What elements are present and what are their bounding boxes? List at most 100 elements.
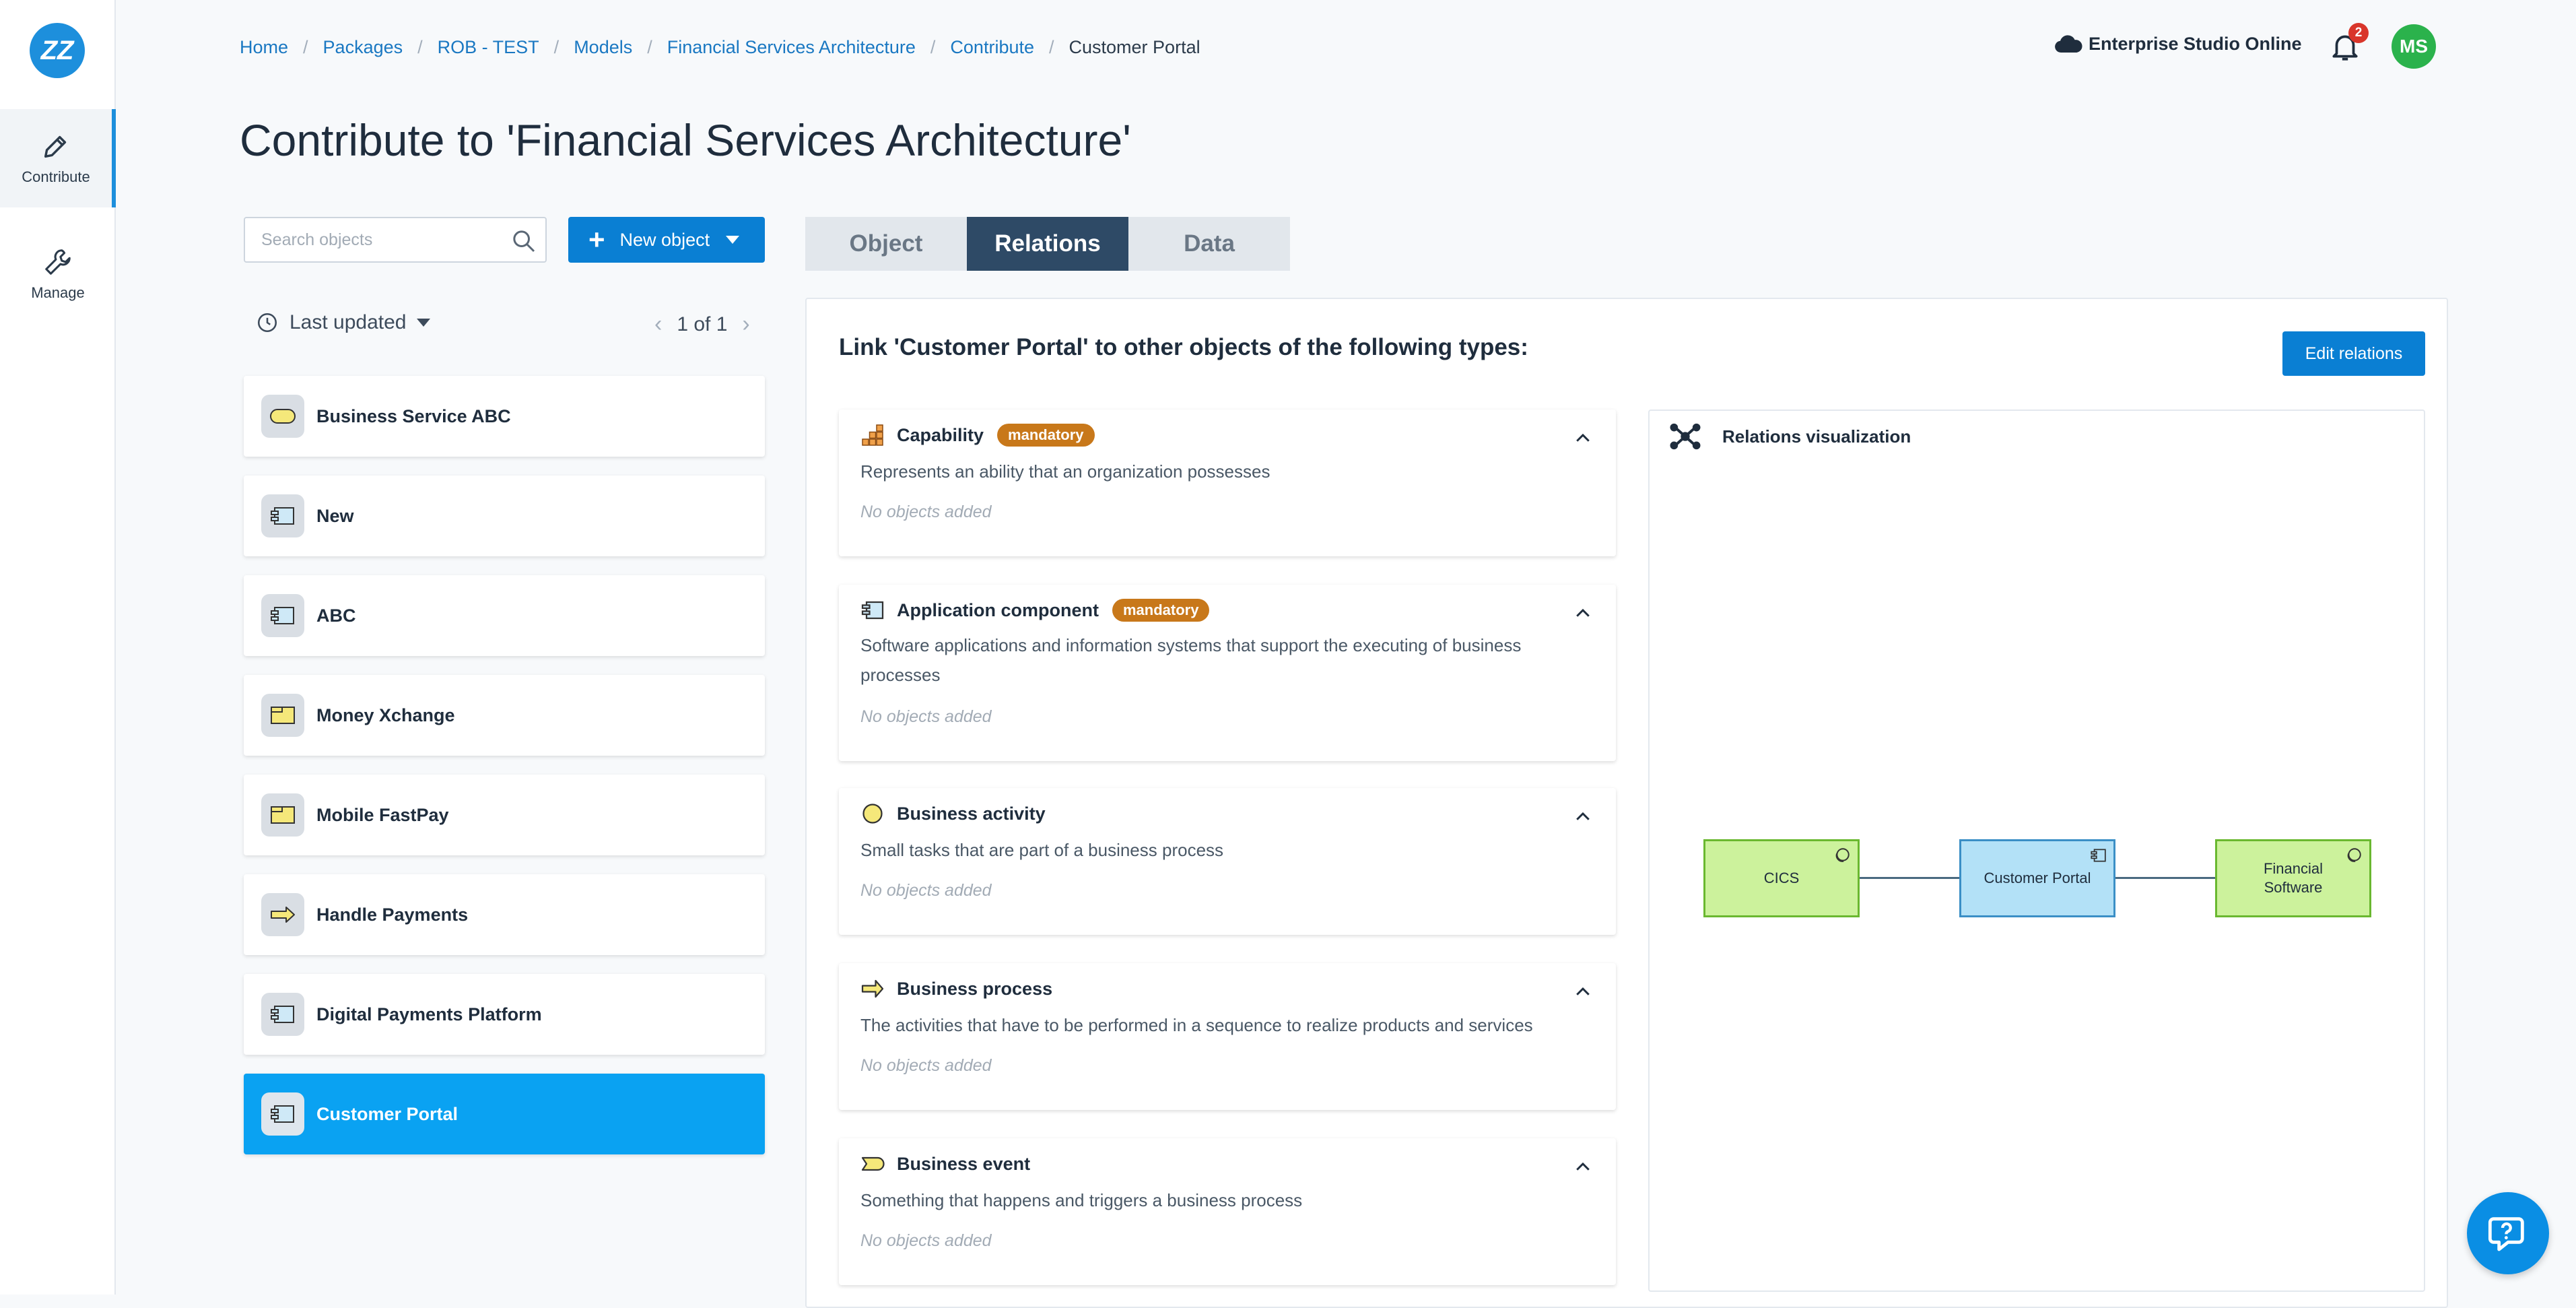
cloud-icon	[2055, 35, 2082, 53]
search-input[interactable]	[245, 218, 487, 261]
object-list-item-selected[interactable]: Customer Portal	[244, 1074, 765, 1154]
application-component-icon	[2091, 849, 2106, 862]
viz-title: Relations visualization	[1722, 426, 1911, 447]
node-label: Financial Software	[2263, 860, 2324, 896]
chevron-up-icon[interactable]	[1573, 1157, 1593, 1177]
tab-object[interactable]: Object	[805, 217, 967, 271]
page-title: Contribute to 'Financial Services Archit…	[240, 115, 1131, 165]
chevron-up-icon[interactable]	[1573, 982, 1593, 1002]
rail-manage-label: Manage	[31, 284, 85, 301]
object-list-item[interactable]: New	[244, 476, 765, 556]
breadcrumb-home[interactable]: Home	[240, 37, 288, 58]
pagination: ‹ 1 of 1 ›	[640, 311, 765, 337]
object-list-item[interactable]: ABC	[244, 575, 765, 656]
help-chat-button[interactable]	[2467, 1192, 2549, 1274]
system-software-icon	[2347, 848, 2361, 862]
app-logo[interactable]: ZZ	[30, 23, 85, 78]
new-object-button[interactable]: + New object	[568, 217, 765, 263]
business-service-icon	[261, 395, 304, 438]
empty-state: No objects added	[860, 707, 992, 726]
object-list-item[interactable]: Mobile FastPay	[244, 775, 765, 855]
business-event-icon	[861, 1156, 885, 1171]
search-icon[interactable]	[510, 228, 537, 255]
viz-node-cics[interactable]: CICS	[1703, 839, 1860, 917]
caret-down-icon	[726, 236, 740, 244]
environment-label: Enterprise Studio Online	[2089, 33, 2302, 54]
business-process-icon	[861, 979, 884, 998]
network-icon	[1670, 423, 1701, 450]
plus-icon: +	[588, 224, 605, 255]
viz-node-financial-software[interactable]: Financial Software	[2215, 839, 2371, 917]
object-name: Money Xchange	[316, 705, 455, 725]
rail-contribute[interactable]: Contribute	[0, 109, 116, 207]
breadcrumb: Home / Packages / ROB - TEST / Models / Fina…	[240, 36, 1200, 58]
search-box	[244, 217, 547, 263]
product-icon	[261, 694, 304, 737]
business-process-icon	[261, 893, 304, 936]
relations-heading: Link 'Customer Portal' to other objects …	[839, 334, 1528, 360]
relation-type-card: Business activity Small tasks that are p…	[839, 788, 1616, 935]
object-name: New	[316, 505, 354, 526]
left-rail: ZZ Contribute Manage	[0, 0, 116, 1295]
relation-type-description: The activities that have to be performed…	[860, 1015, 1533, 1035]
node-label: CICS	[1763, 870, 1800, 886]
chevron-up-icon[interactable]	[1573, 603, 1593, 624]
breadcrumb-contribute[interactable]: Contribute	[950, 37, 1034, 58]
breadcrumb-models[interactable]: Models	[574, 37, 632, 58]
relation-type-card: Business event Something that happens an…	[839, 1138, 1616, 1285]
notification-count: 2	[2348, 23, 2369, 43]
pencil-icon	[44, 135, 67, 158]
application-component-icon	[261, 993, 304, 1036]
mandatory-badge: mandatory	[1112, 599, 1210, 622]
empty-state: No objects added	[860, 1056, 992, 1075]
relation-type-description: Represents an ability that an organizati…	[860, 461, 1270, 482]
next-page-icon[interactable]: ›	[742, 311, 749, 337]
object-list-item[interactable]: Money Xchange	[244, 675, 765, 756]
object-list-item[interactable]: Digital Payments Platform	[244, 974, 765, 1055]
chevron-up-icon[interactable]	[1573, 807, 1593, 827]
object-name: Digital Payments Platform	[316, 1004, 542, 1024]
breadcrumb-packages[interactable]: Packages	[323, 37, 403, 58]
object-name: ABC	[316, 605, 356, 626]
relation-type-name: Business event	[897, 1153, 1031, 1174]
clock-icon	[257, 313, 277, 333]
sort-dropdown[interactable]: Last updated	[256, 311, 431, 334]
system-software-icon	[1835, 848, 1850, 862]
breadcrumb-model[interactable]: Financial Services Architecture	[667, 37, 916, 58]
tab-relations[interactable]: Relations	[967, 217, 1128, 271]
object-list-item[interactable]: Business Service ABC	[244, 376, 765, 457]
relation-type-card: Business process The activities that hav…	[839, 963, 1616, 1110]
application-component-icon	[261, 594, 304, 637]
caret-down-icon	[417, 319, 431, 327]
relation-type-description: Small tasks that are part of a business …	[860, 840, 1224, 860]
relation-type-name: Application component	[897, 599, 1099, 620]
environment-switcher[interactable]: Enterprise Studio Online	[2054, 32, 2302, 55]
breadcrumb-current: Customer Portal	[1069, 36, 1200, 57]
object-name: Handle Payments	[316, 904, 469, 925]
viz-header: Relations visualization	[1668, 422, 1911, 451]
capability-icon	[862, 424, 883, 446]
application-component-icon	[261, 1092, 304, 1136]
edit-relations-button[interactable]: Edit relations	[2282, 331, 2425, 376]
avatar[interactable]: MS	[2392, 24, 2436, 69]
rail-manage[interactable]: Manage	[0, 225, 116, 323]
wrench-icon	[45, 249, 71, 275]
relation-line	[2115, 877, 2216, 879]
empty-state: No objects added	[860, 1231, 992, 1250]
new-object-label: New object	[619, 229, 710, 250]
relation-type-description: Software applications and information sy…	[860, 635, 1522, 685]
object-name: Business Service ABC	[316, 405, 511, 426]
relation-line	[1860, 877, 1961, 879]
breadcrumb-package[interactable]: ROB - TEST	[438, 37, 539, 58]
tab-data[interactable]: Data	[1128, 217, 1290, 271]
application-component-icon	[861, 601, 884, 620]
prev-page-icon[interactable]: ‹	[654, 311, 662, 337]
relation-type-card: Application component mandatory Software…	[839, 585, 1616, 761]
viz-node-customer-portal[interactable]: Customer Portal	[1959, 839, 2115, 917]
object-list-item[interactable]: Handle Payments	[244, 874, 765, 955]
page-indicator: 1 of 1	[677, 313, 728, 335]
object-name: Mobile FastPay	[316, 804, 449, 825]
node-label: Customer Portal	[1984, 870, 2091, 886]
chevron-up-icon[interactable]	[1573, 428, 1593, 449]
relation-type-name: Capability	[897, 424, 984, 445]
